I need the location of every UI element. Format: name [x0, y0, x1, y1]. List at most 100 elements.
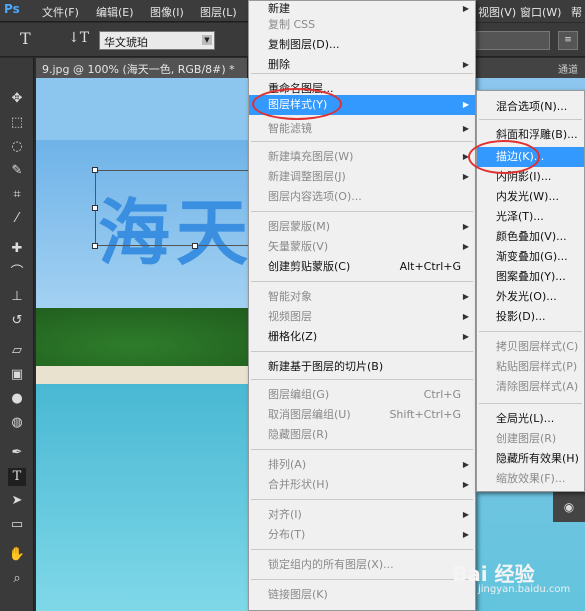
- transform-handle[interactable]: [92, 205, 98, 211]
- brush-tool-icon[interactable]: ⌒: [8, 264, 26, 282]
- font-family-select[interactable]: 华文琥珀 ▼: [99, 31, 215, 50]
- menu-item[interactable]: 栅格化(Z) ▶: [249, 327, 475, 347]
- menu-item-label: 全局光(L)...: [496, 412, 555, 425]
- channels-panel-tab[interactable]: 通道: [558, 61, 578, 76]
- menu-layer[interactable]: 图层(L): [200, 4, 237, 20]
- menu-item[interactable]: 锁定组内的所有图层(X)...: [249, 555, 475, 575]
- menu-item[interactable]: 图层编组(G) Ctrl+G: [249, 385, 475, 405]
- menu-item[interactable]: 图层内容选项(O)...: [249, 187, 475, 207]
- menu-item[interactable]: 矢量蒙版(V) ▶: [249, 237, 475, 257]
- rectangle-tool-icon[interactable]: ▭: [8, 516, 26, 534]
- visibility-eye-icon[interactable]: ◉: [553, 492, 585, 522]
- hand-tool-icon[interactable]: ✋: [8, 546, 26, 564]
- quick-select-tool-icon[interactable]: ✎: [8, 162, 26, 180]
- menu-item[interactable]: 图层蒙版(M) ▶: [249, 217, 475, 237]
- menu-item[interactable]: 排列(A) ▶: [249, 455, 475, 475]
- eraser-tool-icon[interactable]: ▱: [8, 342, 26, 360]
- menu-item[interactable]: 隐藏图层(R): [249, 425, 475, 445]
- menu-item[interactable]: 渐变叠加(G)...: [477, 247, 584, 267]
- type-tool-active-icon[interactable]: T: [8, 468, 26, 486]
- baidu-watermark: Bai 经验: [452, 562, 535, 586]
- menu-file[interactable]: 文件(F): [42, 4, 79, 20]
- type-tool-icon[interactable]: T: [20, 29, 31, 48]
- menu-item-label: 光泽(T)...: [496, 210, 544, 223]
- move-tool-icon[interactable]: ✥: [8, 90, 26, 108]
- path-select-icon[interactable]: ➤: [8, 492, 26, 510]
- menu-item[interactable]: 缩放效果(F)...: [477, 469, 584, 489]
- beach: [36, 366, 276, 384]
- history-brush-icon[interactable]: ↺: [8, 312, 26, 330]
- transform-handle[interactable]: [92, 167, 98, 173]
- menu-item-label: 智能滤镜: [268, 122, 312, 135]
- font-size-field[interactable]: [476, 31, 550, 50]
- menu-item[interactable]: 删除 ▶: [249, 55, 475, 75]
- menu-item[interactable]: 视频图层 ▶: [249, 307, 475, 327]
- menu-item-label: 对齐(I): [268, 508, 302, 521]
- menu-item[interactable]: 内发光(W)...: [477, 187, 584, 207]
- gradient-tool-icon[interactable]: ▣: [8, 366, 26, 384]
- dodge-tool-icon[interactable]: ◍: [8, 414, 26, 432]
- menu-item-label: 排列(A): [268, 458, 307, 471]
- menu-item[interactable]: 光泽(T)...: [477, 207, 584, 227]
- menu-item-label: 隐藏图层(R): [268, 428, 329, 441]
- menu-item-label: 删除: [268, 58, 290, 71]
- submenu-arrow-icon: ▶: [462, 242, 469, 251]
- menu-item[interactable]: 创建剪贴蒙版(C) Alt+Ctrl+G: [249, 257, 475, 277]
- blur-tool-icon[interactable]: ●: [8, 390, 26, 408]
- menu-item[interactable]: 图案叠加(Y)...: [477, 267, 584, 287]
- zoom-tool-icon[interactable]: ⌕: [8, 570, 26, 588]
- font-family-value: 华文琥珀: [104, 36, 148, 49]
- align-icon[interactable]: ≡: [558, 31, 578, 50]
- crop-tool-icon[interactable]: ⌗: [8, 186, 26, 204]
- submenu-arrow-icon: ▶: [462, 222, 469, 231]
- menu-item[interactable]: 颜色叠加(V)...: [477, 227, 584, 247]
- menu-help[interactable]: 帮: [571, 4, 582, 20]
- menu-item[interactable]: 全局光(L)...: [477, 409, 584, 429]
- menu-item[interactable]: 新建基于图层的切片(B): [249, 357, 475, 377]
- menu-item[interactable]: 复制 CSS: [249, 15, 475, 35]
- healing-brush-icon[interactable]: ✚: [8, 240, 26, 258]
- menu-item-label: 锁定组内的所有图层(X)...: [268, 558, 394, 571]
- submenu-arrow-icon: ▶: [462, 530, 469, 539]
- menu-item[interactable]: 取消图层编组(U) Shift+Ctrl+G: [249, 405, 475, 425]
- menu-item[interactable]: 投影(D)...: [477, 307, 584, 327]
- menu-item[interactable]: 新建填充图层(W) ▶: [249, 147, 475, 167]
- menu-item[interactable]: 智能滤镜 ▶: [249, 119, 475, 139]
- transform-handle[interactable]: [92, 243, 98, 249]
- text-orientation-icon[interactable]: ↓T: [68, 30, 89, 46]
- menu-item[interactable]: 清除图层样式(A): [477, 377, 584, 397]
- photoshop-logo: Ps: [4, 2, 20, 16]
- clone-stamp-icon[interactable]: ⊥: [8, 288, 26, 306]
- menu-item[interactable]: 智能对象 ▶: [249, 287, 475, 307]
- menu-view[interactable]: 视图(V): [478, 4, 516, 20]
- menu-item[interactable]: 混合选项(N)...: [477, 97, 584, 117]
- menu-item-label: 图层编组(G): [268, 388, 330, 401]
- menu-item-label: 颜色叠加(V)...: [496, 230, 567, 243]
- menu-item[interactable]: 隐藏所有效果(H): [477, 449, 584, 469]
- menu-item[interactable]: 外发光(O)...: [477, 287, 584, 307]
- menu-item[interactable]: 粘贴图层样式(P): [477, 357, 584, 377]
- menu-item[interactable]: 链接图层(K): [249, 585, 475, 605]
- menu-item-label: 拷贝图层样式(C): [496, 340, 579, 353]
- transform-handle[interactable]: [192, 243, 198, 249]
- marquee-tool-icon[interactable]: ⬚: [8, 114, 26, 132]
- menu-item[interactable]: 对齐(I) ▶: [249, 505, 475, 525]
- menu-item[interactable]: 新建调整图层(J) ▶: [249, 167, 475, 187]
- eyedropper-tool-icon[interactable]: ⁄: [8, 210, 26, 228]
- menu-item[interactable]: 合并形状(H) ▶: [249, 475, 475, 495]
- lasso-tool-icon[interactable]: ◌: [8, 138, 26, 156]
- pen-tool-icon[interactable]: ✒: [8, 444, 26, 462]
- menu-separator: [251, 579, 473, 580]
- menu-window[interactable]: 窗口(W): [520, 4, 561, 20]
- document-tab[interactable]: 9.jpg @ 100% (海天一色, RGB/8#) *: [36, 58, 248, 78]
- menu-image[interactable]: 图像(I): [150, 4, 184, 20]
- menu-item-label: 新建: [268, 2, 290, 15]
- palm-trees: [36, 308, 276, 370]
- menu-item[interactable]: 创建图层(R): [477, 429, 584, 449]
- menu-item[interactable]: 复制图层(D)...: [249, 35, 475, 55]
- menu-item-shortcut: Alt+Ctrl+G: [399, 260, 461, 273]
- menu-item[interactable]: 拷贝图层样式(C): [477, 337, 584, 357]
- submenu-arrow-icon: ▶: [462, 172, 469, 181]
- menu-item[interactable]: 分布(T) ▶: [249, 525, 475, 545]
- menu-edit[interactable]: 编辑(E): [96, 4, 134, 20]
